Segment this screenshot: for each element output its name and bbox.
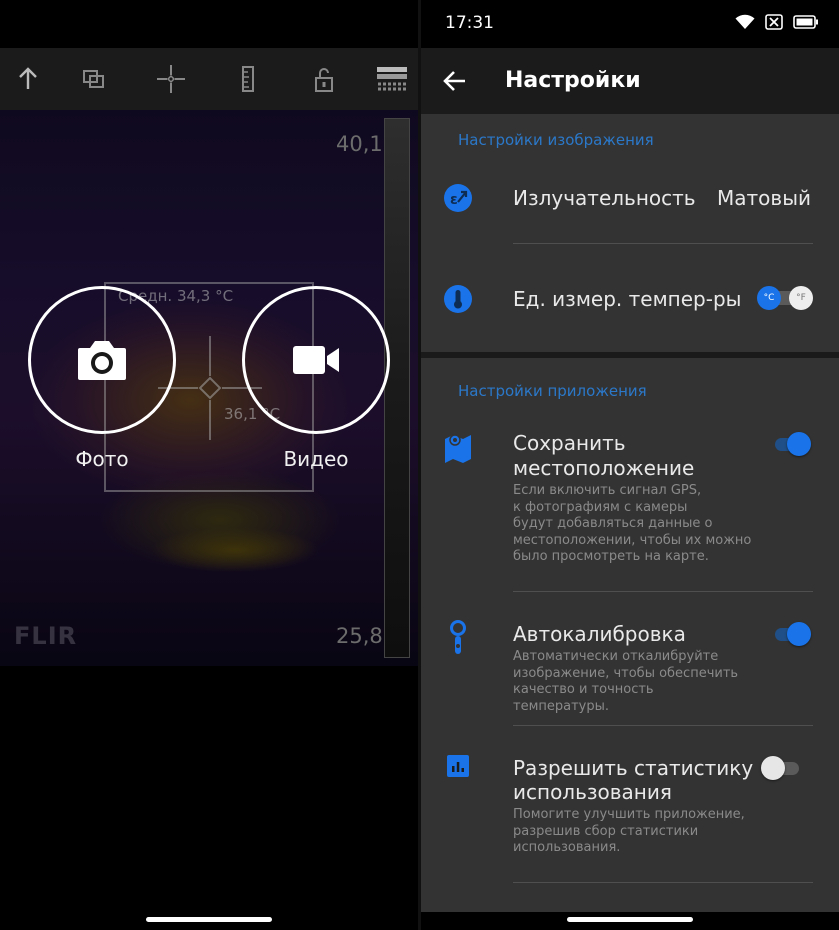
divider [513, 591, 813, 592]
crosshair-icon[interactable] [155, 63, 187, 95]
divider [513, 882, 813, 883]
scale-min-value: 25,8 [336, 624, 383, 648]
save-location-title-2: местоположение [513, 456, 695, 480]
scale-max-value: 40,1 [336, 132, 383, 156]
arrow-up-icon[interactable] [12, 63, 44, 95]
status-time: 17:31 [445, 13, 494, 33]
settings-screen: 17:31 Настройки Настройки изображения ε [421, 0, 839, 930]
unlock-icon[interactable] [308, 63, 340, 95]
video-camera-icon [293, 346, 339, 374]
calibration-icon [450, 620, 466, 654]
celsius-option[interactable]: °C [757, 286, 781, 310]
page-title: Настройки [505, 68, 641, 93]
back-arrow-icon[interactable] [441, 67, 469, 95]
overlay-icon[interactable] [78, 63, 110, 95]
video-label: Видео [283, 447, 349, 471]
usage-stats-title-1: Разрешить статистику [513, 756, 754, 780]
home-indicator[interactable] [146, 917, 272, 922]
divider [513, 243, 813, 244]
save-location-switch[interactable] [771, 431, 811, 457]
save-location-desc: Если включить сигнал GPS, к фотографиям … [513, 483, 752, 564]
temperature-scale-bar [384, 118, 410, 658]
battery-icon [793, 15, 818, 29]
emissivity-value[interactable]: Матовый [717, 186, 811, 210]
home-indicator[interactable] [567, 917, 693, 922]
camera-toolbar [0, 48, 418, 110]
temp-unit-toggle[interactable]: °C °F [757, 285, 813, 311]
map-pin-icon [445, 434, 471, 463]
ruler-icon[interactable] [232, 63, 264, 95]
temp-unit-label[interactable]: Ед. измер. темпер-ры [513, 287, 741, 312]
autocalibration-switch[interactable] [771, 621, 811, 647]
usage-stats-desc: Помогите улучшить приложение, разрешив с… [513, 807, 745, 855]
wifi-icon [735, 14, 755, 29]
palette-icon[interactable] [376, 63, 407, 95]
section-separator [421, 352, 839, 358]
camera-icon [78, 341, 126, 380]
video-button[interactable] [242, 286, 390, 434]
thermometer-icon [444, 285, 472, 313]
fahrenheit-option[interactable]: °F [789, 286, 813, 310]
no-sim-icon [765, 14, 783, 30]
photo-button[interactable] [28, 286, 176, 434]
autocalibration-desc: Автоматически откалибруйте изображение, … [513, 649, 739, 714]
emissivity-icon: ε [444, 184, 472, 212]
usage-stats-title-2: использования [513, 780, 672, 804]
autocalibration-title: Автокалибровка [513, 622, 686, 646]
status-bar: 17:31 [421, 0, 839, 48]
camera-screen: 40,1 25,8 Средн. 34,3 °C 36,1 °C FLIR Фо… [0, 0, 418, 930]
section-app-settings: Настройки приложения [458, 382, 647, 400]
save-location-title-1: Сохранить [513, 431, 626, 455]
statistics-icon [447, 755, 469, 777]
section-image-settings: Настройки изображения [458, 131, 654, 149]
emissivity-label[interactable]: Излучательность [513, 186, 696, 211]
svg-text:ε: ε [450, 192, 458, 208]
settings-appbar: Настройки [421, 48, 839, 114]
flir-logo: FLIR [14, 622, 78, 650]
photo-label: Фото [75, 447, 129, 471]
divider [513, 725, 813, 726]
usage-stats-switch[interactable] [761, 755, 801, 781]
